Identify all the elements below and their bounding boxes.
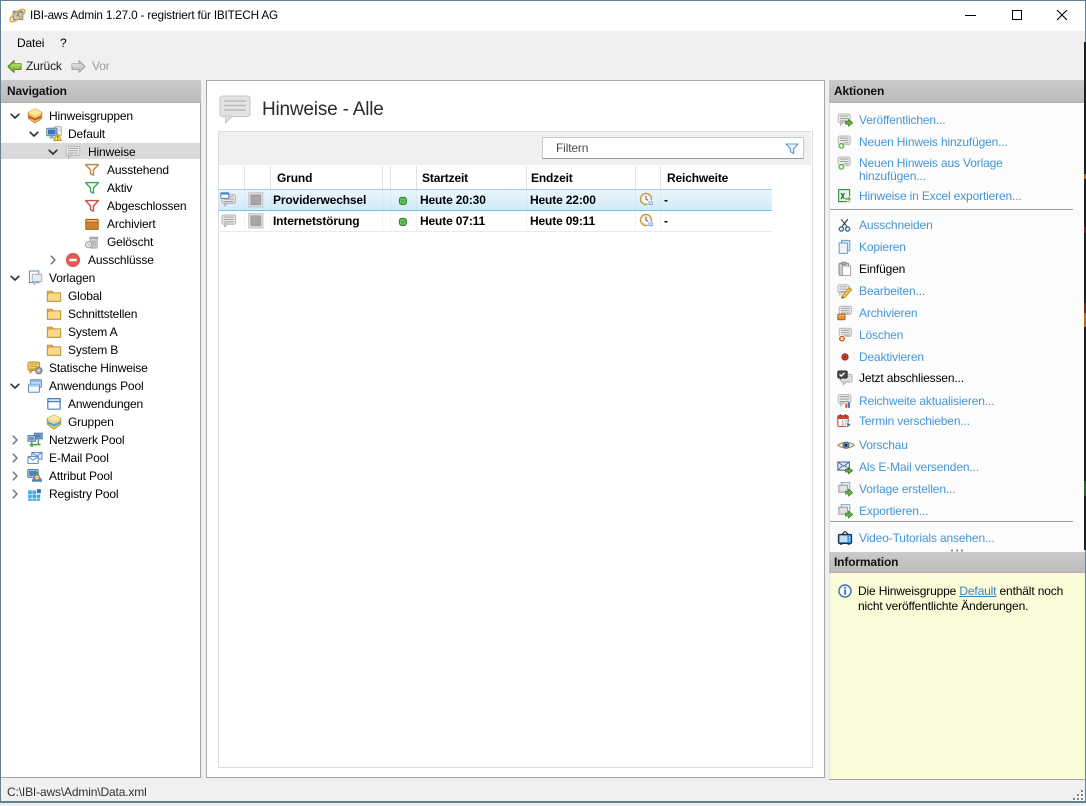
svg-text:17: 17 — [841, 420, 847, 426]
